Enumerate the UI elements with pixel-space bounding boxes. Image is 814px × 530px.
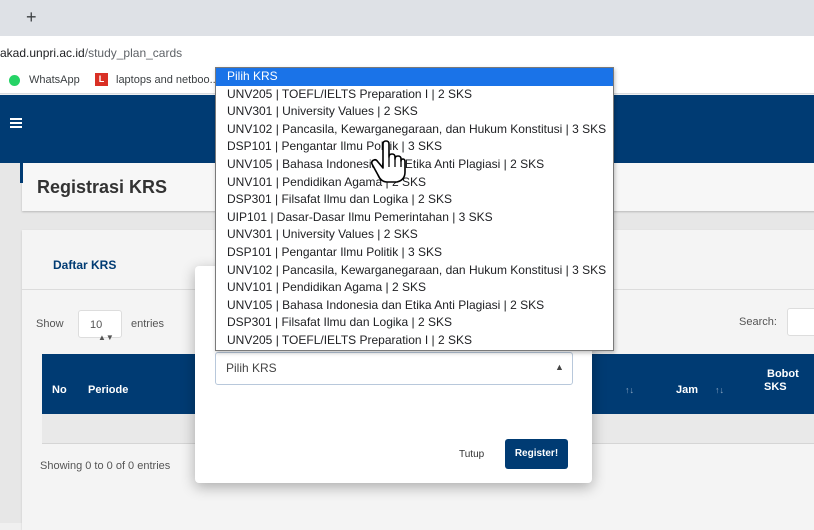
bookmark-laptops[interactable]: laptops and netboo...: [116, 74, 219, 86]
url-path: /study_plan_cards: [84, 46, 183, 60]
list-title: Daftar KRS: [53, 258, 117, 272]
url-host: akad.unpri.ac.id: [0, 46, 85, 60]
table-info: Showing 0 to 0 of 0 entries: [40, 460, 171, 472]
dropdown-option[interactable]: DSP301 | Filsafat Ilmu dan Logika | 2 SK…: [216, 191, 613, 209]
entries-select[interactable]: 10 ▲▼: [78, 310, 122, 342]
column-header-no[interactable]: No: [52, 384, 67, 396]
whatsapp-icon: [9, 75, 20, 86]
column-header-periode[interactable]: Periode: [88, 384, 128, 396]
sort-icon[interactable]: ↑↓: [625, 385, 634, 395]
select-arrows-icon: ▲: [555, 362, 564, 372]
dropdown-option[interactable]: UNV301 | University Values | 2 SKS: [216, 226, 613, 244]
dropdown-option[interactable]: UNV105 | Bahasa Indonesia dan Etika Anti…: [216, 297, 613, 315]
dropdown-option[interactable]: Pilih KRS: [216, 68, 613, 86]
dropdown-option[interactable]: UNV101 | Pendidikan Agama | 2 SKS: [216, 174, 613, 192]
dropdown-option[interactable]: UIP101 | Dasar-Dasar Ilmu Pemerintahan |…: [216, 209, 613, 227]
hamburger-menu-icon[interactable]: [10, 118, 22, 128]
column-header-sks[interactable]: SKS: [764, 381, 787, 393]
dropdown-option[interactable]: UNV102 | Pancasila, Kewarganegaraan, dan…: [216, 121, 613, 139]
entries-value: 10: [90, 319, 103, 331]
column-header-jam[interactable]: Jam: [676, 384, 698, 396]
browser-tabstrip: [0, 0, 814, 36]
dropdown-option[interactable]: DSP301 | Filsafat Ilmu dan Logika | 2 SK…: [216, 314, 613, 332]
entries-label: entries: [131, 318, 165, 330]
address-url[interactable]: akad.unpri.ac.id/study_plan_cards: [0, 46, 182, 60]
select-arrows-icon: ▲▼: [98, 333, 114, 342]
dropdown-option[interactable]: UNV101 | Pendidikan Agama | 2 SKS: [216, 279, 613, 297]
dropdown-option[interactable]: DSP101 | Pengantar Ilmu Politik | 3 SKS: [216, 138, 613, 156]
dropdown-option[interactable]: UNV102 | Pancasila, Kewarganegaraan, dan…: [216, 262, 613, 280]
search-label: Search:: [739, 316, 777, 328]
new-tab-button[interactable]: +: [26, 8, 37, 26]
krs-select-value: Pilih KRS: [226, 361, 277, 375]
show-label: Show: [36, 318, 64, 330]
dropdown-option[interactable]: UNV205 | TOEFL/IELTS Preparation I | 2 S…: [216, 86, 613, 104]
dropdown-option[interactable]: UNV301 | University Values | 2 SKS: [216, 103, 613, 121]
column-header-bobot[interactable]: Bobot: [767, 368, 799, 380]
krs-dropdown-list[interactable]: Pilih KRS UNV205 | TOEFL/IELTS Preparatio…: [215, 67, 614, 351]
page-title: Registrasi KRS: [37, 177, 168, 197]
bookmark-whatsapp[interactable]: WhatsApp: [29, 74, 80, 86]
hand-pointer-icon: [370, 140, 406, 183]
dropdown-option[interactable]: UNV205 | TOEFL/IELTS Preparation I | 2 S…: [216, 332, 613, 350]
register-button[interactable]: Register!: [505, 439, 568, 469]
dropdown-option[interactable]: DSP101 | Pengantar Ilmu Politik | 3 SKS: [216, 244, 613, 262]
l-bookmark-icon: L: [95, 73, 108, 86]
title-accent: [20, 163, 23, 183]
search-input[interactable]: [787, 308, 814, 336]
sort-icon[interactable]: ↑↓: [715, 385, 724, 395]
dropdown-option[interactable]: UNV105 | Bahasa Indonesia dan Etika Anti…: [216, 156, 613, 174]
close-button[interactable]: Tutup: [459, 449, 484, 460]
